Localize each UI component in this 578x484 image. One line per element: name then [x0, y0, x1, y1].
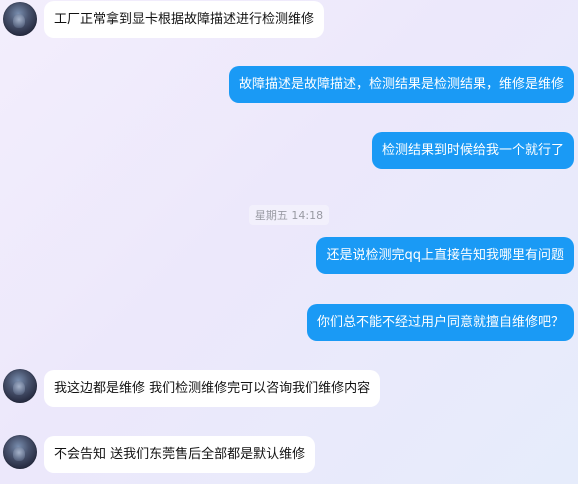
outgoing-message-bubble[interactable]: 还是说检测完qq上直接告知我哪里有问题 [316, 237, 574, 274]
outgoing-message-bubble[interactable]: 检测结果到时候给我一个就行了 [371, 132, 574, 169]
chat-message-list: 工厂正常拿到显卡根据故障描述进行检测维修 故障描述是故障描述，检测结果是检测结果… [0, 0, 578, 484]
contact-avatar[interactable] [3, 2, 37, 36]
outgoing-message-bubble[interactable]: 你们总不能不经过用户同意就擅自维修吧？ [306, 304, 574, 341]
incoming-message-bubble[interactable]: 不会告知 送我们东莞售后全部都是默认维修 [44, 436, 316, 473]
outgoing-message-bubble[interactable]: 故障描述是故障描述，检测结果是检测结果，维修是维修 [228, 66, 574, 103]
message-timestamp: 星期五 14:18 [0, 205, 578, 225]
incoming-message-bubble[interactable]: 工厂正常拿到显卡根据故障描述进行检测维修 [44, 1, 325, 38]
incoming-message-bubble[interactable]: 我这边都是维修 我们检测维修完可以咨询我们维修内容 [44, 370, 381, 407]
contact-avatar[interactable] [3, 369, 37, 403]
timestamp-label: 星期五 14:18 [248, 205, 330, 225]
contact-avatar[interactable] [3, 435, 37, 469]
